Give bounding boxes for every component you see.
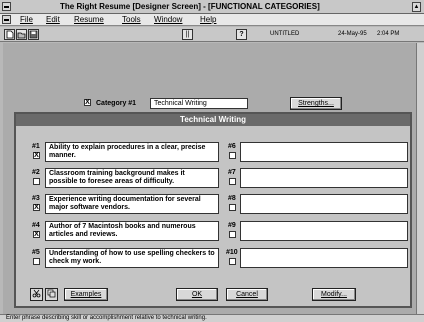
help-icon[interactable]: ? bbox=[236, 29, 247, 40]
skill-number: #7 bbox=[228, 169, 236, 176]
skill-field[interactable] bbox=[240, 168, 408, 188]
strengths-button[interactable]: Strengths... bbox=[290, 97, 342, 110]
skill-checkbox[interactable] bbox=[229, 258, 236, 265]
skill-number: #3 bbox=[32, 195, 40, 202]
skill-checkbox[interactable]: X bbox=[33, 231, 40, 238]
menu-edit[interactable]: Edit bbox=[46, 15, 60, 24]
skill-checkbox[interactable] bbox=[229, 231, 236, 238]
menu-tools[interactable]: Tools bbox=[122, 15, 141, 24]
cut-icon[interactable] bbox=[30, 288, 43, 301]
skill-checkbox[interactable] bbox=[229, 152, 236, 159]
skill-number: #2 bbox=[32, 169, 40, 176]
technical-writing-dialog: Technical Writing #1 X Ability to explai… bbox=[14, 112, 412, 308]
title-bar: The Right Resume [Designer Screen] - [FU… bbox=[0, 0, 424, 14]
skill-field[interactable]: Classroom training background makes it p… bbox=[45, 168, 219, 188]
skill-field[interactable] bbox=[240, 221, 408, 241]
skill-number: #6 bbox=[228, 143, 236, 150]
skill-number: #4 bbox=[32, 222, 40, 229]
menu-file[interactable]: File bbox=[20, 15, 33, 24]
ok-button[interactable]: OK bbox=[176, 288, 218, 301]
open-folder-icon[interactable] bbox=[16, 29, 27, 40]
new-document-icon[interactable] bbox=[4, 29, 15, 40]
skill-checkbox[interactable] bbox=[229, 178, 236, 185]
skill-checkbox[interactable]: X bbox=[33, 152, 40, 159]
menu-help[interactable]: Help bbox=[200, 15, 216, 24]
skill-checkbox[interactable] bbox=[229, 204, 236, 211]
skill-field[interactable] bbox=[240, 248, 408, 268]
menu-window[interactable]: Window bbox=[154, 15, 182, 24]
menu-bar: File Edit Resume Tools Window Help bbox=[0, 14, 424, 26]
skill-number: #1 bbox=[32, 143, 40, 150]
category-row: X Category #1 Technical Writing Strength… bbox=[82, 97, 352, 111]
toolbar: || ? UNTITLED 24-May-95 2:04 PM bbox=[0, 27, 424, 42]
save-disk-icon[interactable] bbox=[28, 29, 39, 40]
examples-button[interactable]: Examples bbox=[64, 288, 108, 301]
skill-number: #9 bbox=[228, 222, 236, 229]
skill-field[interactable]: Understanding of how to use spelling che… bbox=[45, 248, 219, 268]
skill-number: #10 bbox=[226, 249, 238, 256]
skill-field[interactable]: Ability to explain procedures in a clear… bbox=[45, 142, 219, 162]
menu-resume[interactable]: Resume bbox=[74, 15, 104, 24]
skill-field[interactable]: Experience writing documentation for sev… bbox=[45, 194, 219, 214]
system-menu-icon[interactable] bbox=[2, 2, 11, 11]
window-title: The Right Resume [Designer Screen] - [FU… bbox=[60, 2, 320, 11]
skill-field[interactable] bbox=[240, 142, 408, 162]
time-display: 2:04 PM bbox=[377, 31, 400, 37]
cancel-button[interactable]: Cancel bbox=[226, 288, 268, 301]
document-name: UNTITLED bbox=[270, 31, 300, 37]
skill-field[interactable] bbox=[240, 194, 408, 214]
maximize-icon[interactable]: ▲ bbox=[412, 2, 421, 12]
modify-button[interactable]: Modify... bbox=[312, 288, 356, 301]
skill-checkbox[interactable]: X bbox=[33, 204, 40, 211]
copy-icon[interactable] bbox=[45, 288, 58, 301]
skill-number: #8 bbox=[228, 195, 236, 202]
category-label: Category #1 bbox=[96, 100, 137, 107]
date-display: 24-May-95 bbox=[338, 31, 367, 37]
vertical-scrollbar[interactable] bbox=[416, 43, 424, 314]
pause-icon[interactable]: || bbox=[182, 29, 193, 40]
skill-checkbox[interactable] bbox=[33, 178, 40, 185]
category-checkbox[interactable]: X bbox=[84, 99, 91, 106]
skill-checkbox[interactable] bbox=[33, 258, 40, 265]
status-bar: Enter phrase describing skill or accompl… bbox=[0, 314, 424, 322]
doc-system-menu-icon[interactable] bbox=[2, 15, 11, 24]
skill-field[interactable]: Author of 7 Macintosh books and numerous… bbox=[45, 221, 219, 241]
dialog-title: Technical Writing bbox=[16, 114, 410, 126]
status-text: Enter phrase describing skill or accompl… bbox=[6, 315, 207, 321]
category-field[interactable]: Technical Writing bbox=[150, 98, 248, 109]
skill-number: #5 bbox=[32, 249, 40, 256]
